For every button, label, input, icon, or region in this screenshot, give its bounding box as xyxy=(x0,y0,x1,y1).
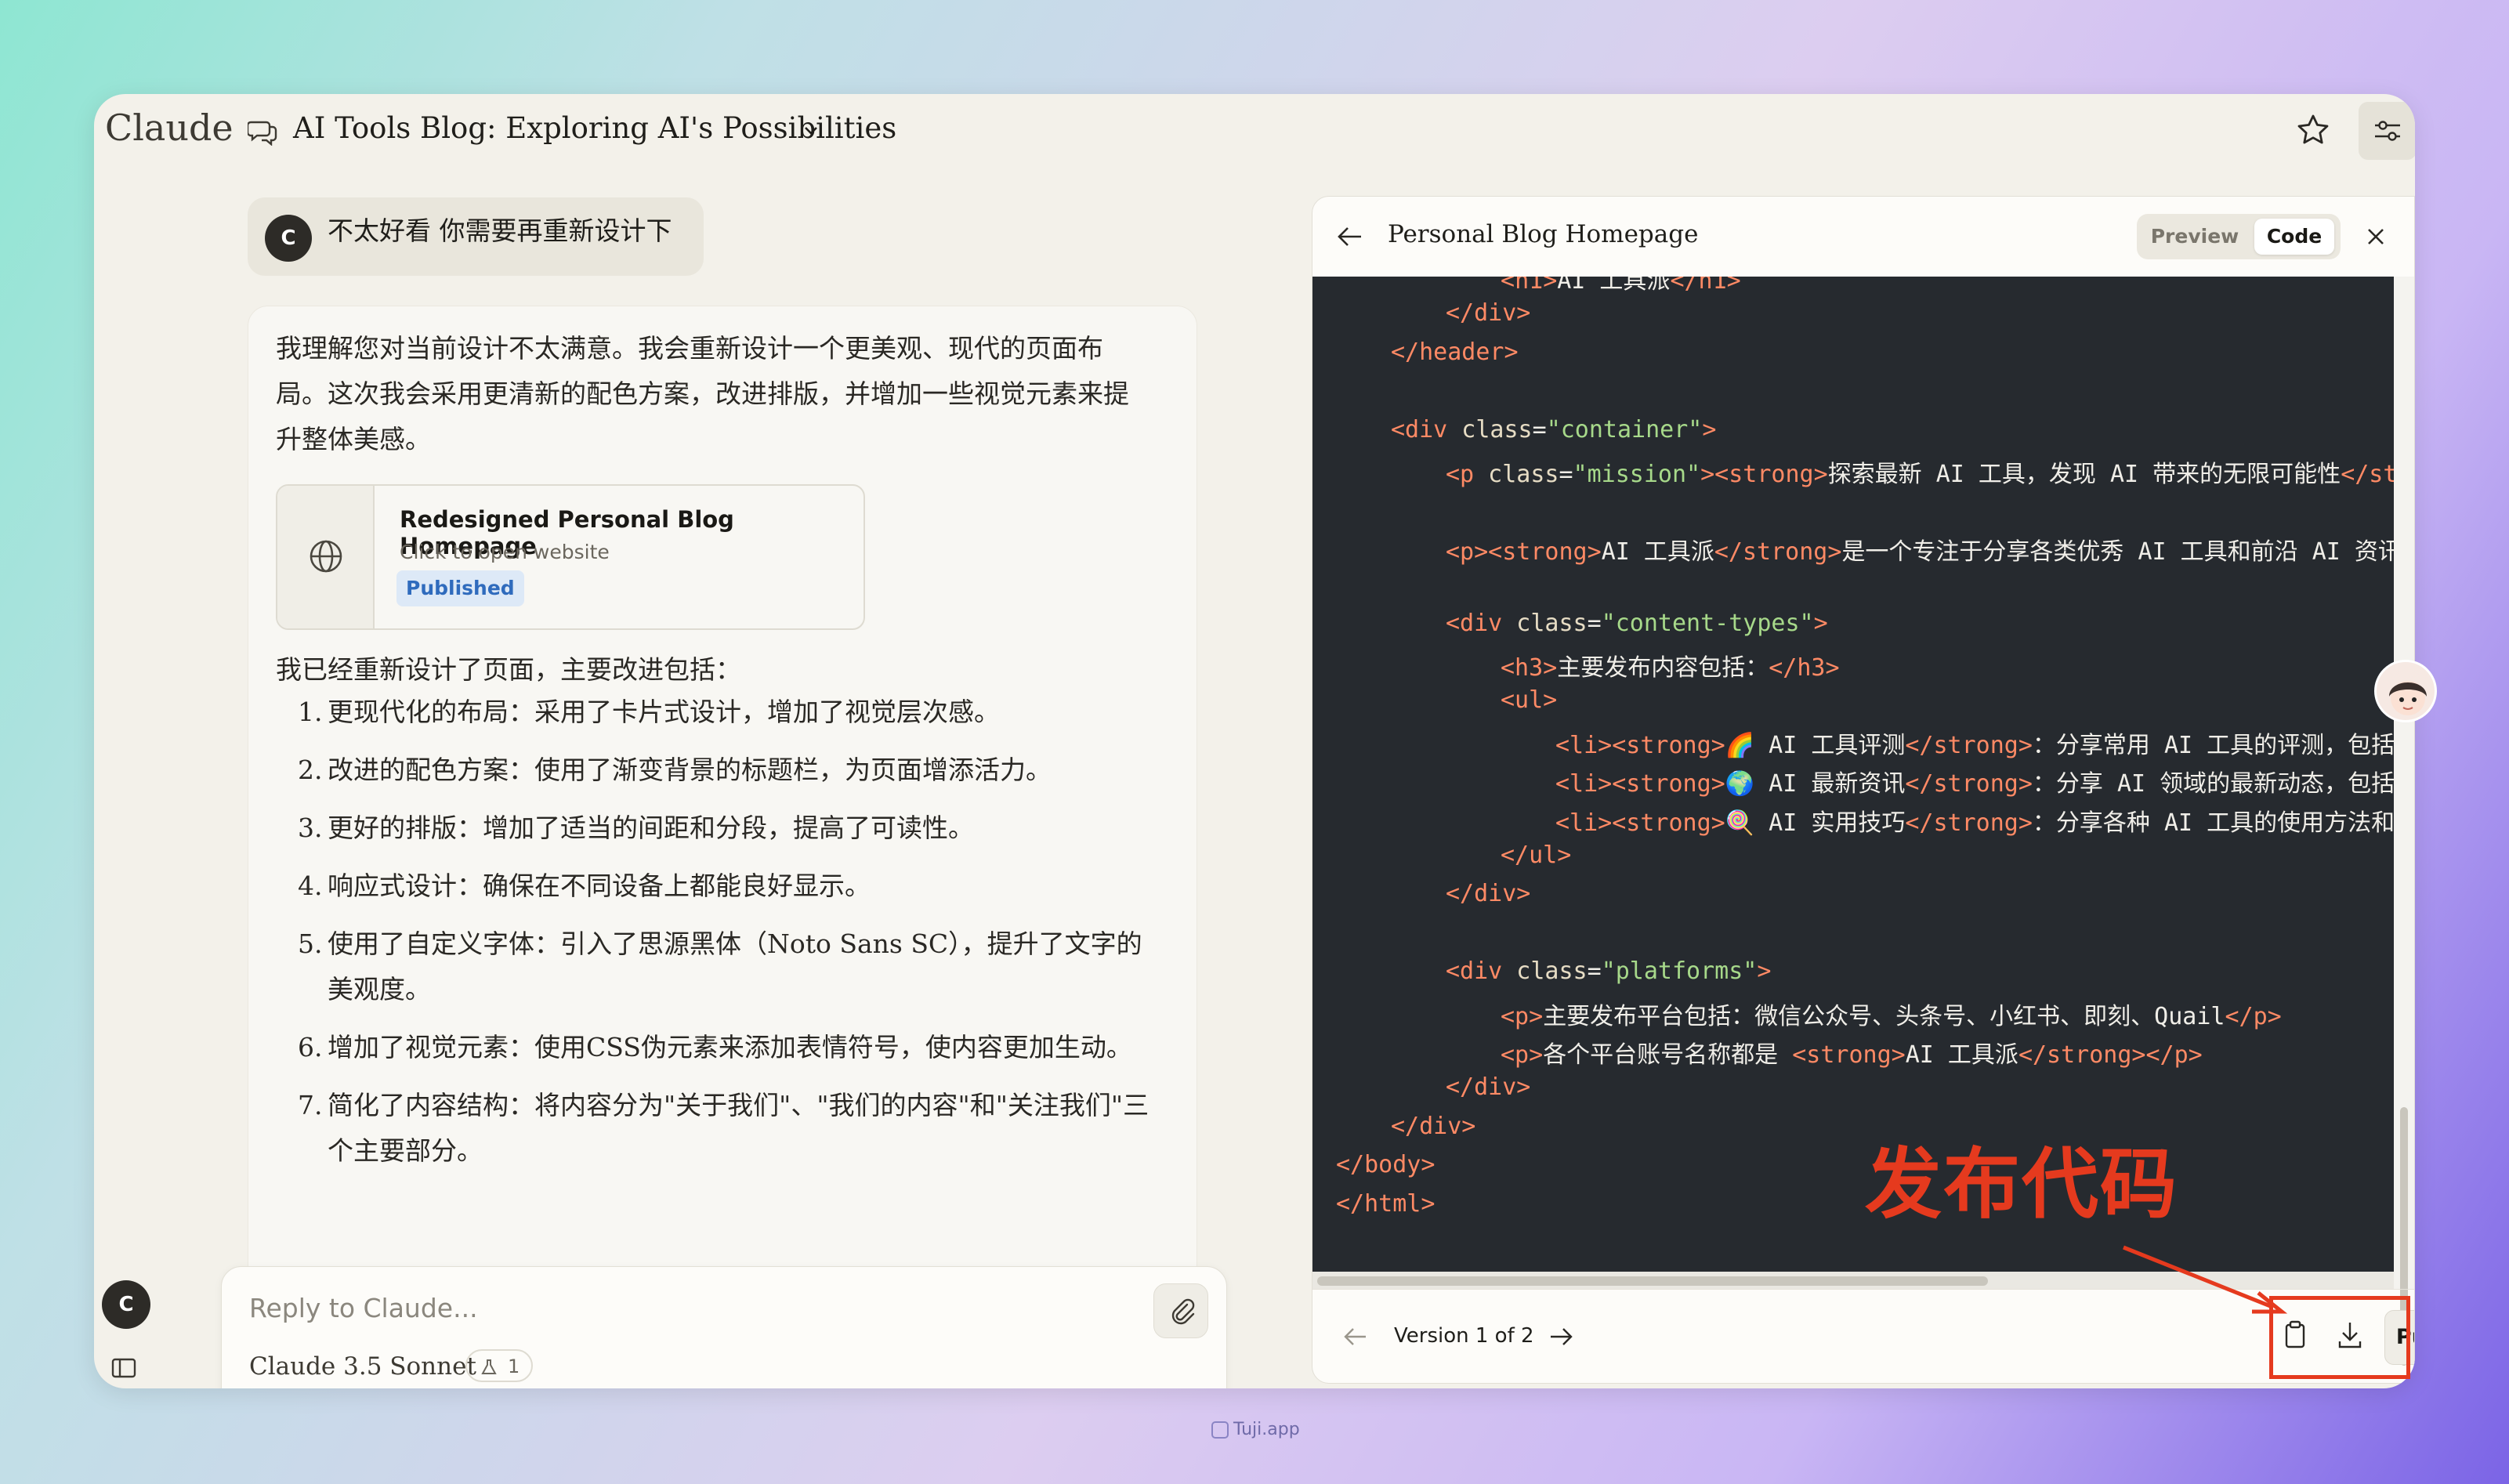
code-line: </header> xyxy=(1391,338,1519,366)
next-version-icon[interactable] xyxy=(1548,1324,1576,1349)
user-message-text: 不太好看 你需要再重新设计下 xyxy=(328,215,672,246)
list-item: 1. 更现代化的布局：采用了卡片式设计，增加了视觉层次感。 xyxy=(298,697,1000,727)
watermark-logo-icon xyxy=(1211,1421,1229,1439)
code-line: <div class="content-types"> xyxy=(1446,609,1828,637)
paperclip-icon xyxy=(1171,1298,1195,1325)
artifact-card-subtitle: Click to open website xyxy=(400,541,610,563)
artifact-title: Personal Blog Homepage xyxy=(1388,220,1699,248)
code-line: </div> xyxy=(1446,1073,1531,1102)
artifact-panel: Personal Blog Homepage Preview Code <h1>… xyxy=(1312,196,2415,1384)
code-line: <p>主要发布平台包括：微信公众号、头条号、小红书、即刻、Quail</p> xyxy=(1501,1002,2282,1030)
claude-logo[interactable]: Claude xyxy=(105,107,234,149)
list-item: 6. 增加了视觉元素：使用CSS伪元素来添加表情符号，使内容更加生动。 xyxy=(298,1032,1132,1062)
code-line: <div class="container"> xyxy=(1391,415,1717,443)
flask-icon xyxy=(481,1359,497,1374)
tab-preview[interactable]: Preview xyxy=(2143,219,2247,255)
code-line: </body> xyxy=(1336,1151,1436,1179)
globe-icon xyxy=(310,540,342,573)
view-toggle: Preview Code xyxy=(2137,214,2341,259)
model-selector[interactable]: Claude 3.5 Sonnet xyxy=(249,1352,476,1381)
star-icon[interactable] xyxy=(2294,111,2332,149)
top-bar: Claude AI Tools Blog: Exploring AI's Pos… xyxy=(94,94,2415,172)
cartoon-avatar-icon xyxy=(2389,681,2427,715)
assistant-intro-text: 我理解您对当前设计不太满意。我会重新设计一个更美观、现代的页面布局。这次我会采用… xyxy=(276,333,1129,454)
published-badge: Published xyxy=(396,570,524,606)
floating-avatar[interactable] xyxy=(2374,660,2437,722)
code-viewer[interactable]: <h1>AI 工具派</h1> </div> </header> <div class… xyxy=(1312,277,2394,1272)
annotation-label: 发布代码 xyxy=(1865,1140,2179,1229)
list-item: 5. 使用了自定义字体：引入了思源黑体（Noto Sans SC），提升了文字的美… xyxy=(298,928,1142,1004)
code-line: <li><strong>🌍 AI 最新资讯</strong>：分享 AI 领域的… xyxy=(1555,770,2394,798)
code-line: <p class="mission"><strong>探索最新 AI 工具，发现… xyxy=(1446,461,2394,488)
code-line: <h1>AI 工具派</h1> xyxy=(1501,277,1741,295)
list-item: 3. 更好的排版：增加了适当的间距和分段，提高了可读性。 xyxy=(298,813,974,843)
sidebar-toggle-icon[interactable] xyxy=(111,1357,136,1379)
improvements-lead-text: 我已经重新设计了页面，主要改进包括： xyxy=(276,654,741,685)
improvements-list: 1. 更现代化的布局：采用了卡片式设计，增加了视觉层次感。 2. 改进的配色方案：使… xyxy=(298,690,1168,1186)
annotation-highlight-box xyxy=(2269,1296,2410,1379)
code-line: <div class="platforms"> xyxy=(1446,957,1772,986)
artifact-header: Personal Blog Homepage Preview Code xyxy=(1312,197,2414,277)
attach-button[interactable] xyxy=(1153,1283,1208,1338)
artifact-card-icon-box xyxy=(277,486,375,628)
code-line: <li><strong>🍭 AI 实用技巧</strong>：分享各种 AI 工… xyxy=(1555,809,2394,837)
reply-input[interactable]: Reply to Claude... xyxy=(249,1293,478,1323)
user-avatar-small[interactable]: C xyxy=(102,1280,150,1329)
list-item: 4. 响应式设计：确保在不同设备上都能良好显示。 xyxy=(298,870,871,901)
usage-counter[interactable]: 1 xyxy=(465,1349,533,1382)
horizontal-scroll-thumb[interactable] xyxy=(1317,1276,1988,1286)
code-line: <ul> xyxy=(1501,686,1558,715)
settings-sliders-button[interactable] xyxy=(2359,102,2415,160)
previous-version-icon[interactable] xyxy=(1341,1324,1369,1349)
code-line: </div> xyxy=(1446,880,1531,908)
vertical-scrollbar[interactable] xyxy=(2394,277,2414,1366)
code-line: </html> xyxy=(1336,1189,1436,1218)
back-arrow-icon[interactable] xyxy=(1336,223,1364,250)
code-line: </ul> xyxy=(1501,842,1572,869)
tab-code[interactable]: Code xyxy=(2254,219,2334,255)
code-line: </div> xyxy=(1391,1112,1476,1140)
code-line: <h3>主要发布内容包括：</h3> xyxy=(1501,654,1840,682)
list-item: 7. 简化了内容结构：将内容分为"关于我们"、"我们的内容"和"关注我们"三个主要… xyxy=(298,1090,1150,1166)
watermark: Tuji.app xyxy=(1233,1420,1300,1439)
list-item: 2. 改进的配色方案：使用了渐变背景的标题栏，为页面增添活力。 xyxy=(298,755,1052,785)
close-icon[interactable] xyxy=(2362,223,2389,250)
code-line: <p>各个平台账号名称都是 <strong>AI 工具派</strong></p… xyxy=(1501,1041,2203,1069)
annotation-arrow-icon xyxy=(2123,1245,2288,1314)
user-avatar: C xyxy=(265,215,312,262)
code-line: <li><strong>🌈 AI 工具评测</strong>：分享常用 AI 工… xyxy=(1555,731,2394,759)
version-label: Version 1 of 2 xyxy=(1394,1324,1534,1348)
code-line: <p><strong>AI 工具派</strong>是一个专注于分享各类优秀 A… xyxy=(1446,537,2394,566)
artifact-card[interactable]: Redesigned Personal Blog Homepage Click … xyxy=(276,484,865,630)
chat-bubbles-icon xyxy=(248,121,277,146)
sliders-icon xyxy=(2375,121,2400,141)
code-line: </div> xyxy=(1446,299,1531,328)
chevron-down-icon[interactable] xyxy=(799,119,823,143)
